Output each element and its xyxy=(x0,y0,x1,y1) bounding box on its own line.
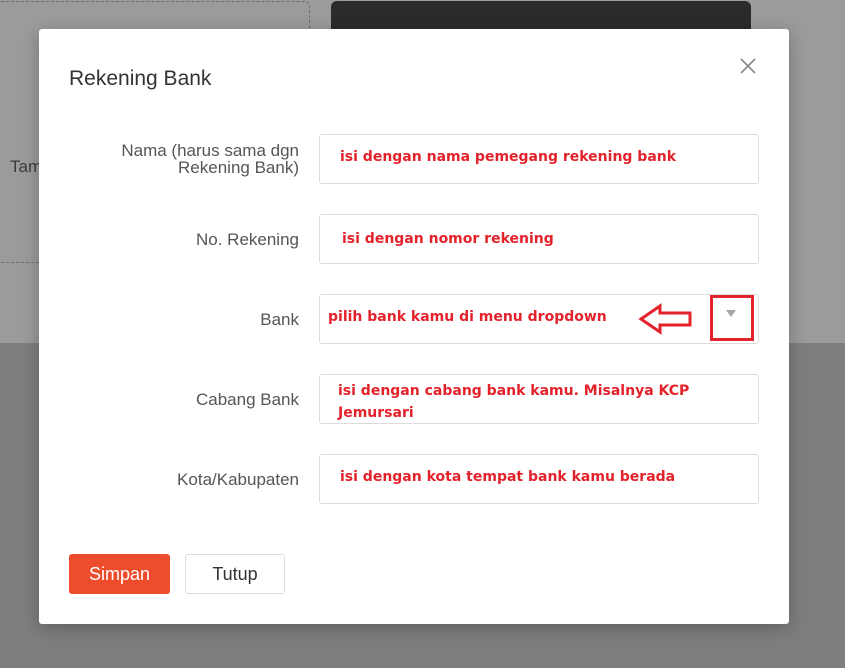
modal-title: Rekening Bank xyxy=(69,67,212,90)
bank-account-modal: Rekening Bank Nama (harus sama dgn Reken… xyxy=(39,29,789,624)
account-number-input[interactable]: isi dengan nomor rekening xyxy=(319,214,759,264)
name-input[interactable]: isi dengan nama pemegang rekening bank xyxy=(319,134,759,184)
branch-input[interactable]: isi dengan cabang bank kamu. Misalnya KC… xyxy=(319,374,759,424)
name-annotation: isi dengan nama pemegang rekening bank xyxy=(340,149,677,165)
bank-select[interactable]: pilih bank kamu di menu dropdown xyxy=(319,294,759,344)
close-icon[interactable] xyxy=(739,57,757,75)
left-arrow-icon xyxy=(638,303,692,335)
save-button[interactable]: Simpan xyxy=(69,554,170,594)
form-row-name: Nama (harus sama dgn Rekening Bank) isi … xyxy=(39,134,789,184)
bank-annotation: pilih bank kamu di menu dropdown xyxy=(328,309,607,325)
city-label: Kota/Kabupaten xyxy=(177,469,299,489)
form-row-branch: Cabang Bank isi dengan cabang bank kamu.… xyxy=(39,374,789,424)
background-label: Tam xyxy=(10,157,43,176)
branch-annotation-line2: Jemursari xyxy=(338,405,414,421)
branch-annotation-line1: isi dengan cabang bank kamu. Misalnya KC… xyxy=(338,383,690,399)
city-input[interactable]: isi dengan kota tempat bank kamu berada xyxy=(319,454,759,504)
branch-label: Cabang Bank xyxy=(195,389,299,409)
name-label-line1: Nama (harus sama dgn xyxy=(121,141,299,160)
city-annotation: isi dengan kota tempat bank kamu berada xyxy=(340,469,676,485)
name-label: Nama (harus sama dgn Rekening Bank) xyxy=(59,134,299,184)
form-row-city: Kota/Kabupaten isi dengan kota tempat ba… xyxy=(39,454,789,504)
account-number-annotation: isi dengan nomor rekening xyxy=(342,231,554,247)
form-row-bank: Bank pilih bank kamu di menu dropdown xyxy=(39,294,789,344)
form-row-account-number: No. Rekening isi dengan nomor rekening xyxy=(39,214,789,264)
triangle-down-icon[interactable] xyxy=(726,308,736,318)
dropdown-highlight xyxy=(710,295,754,341)
branch-annotation: isi dengan cabang bank kamu. Misalnya KC… xyxy=(338,380,689,424)
name-label-line2: Rekening Bank) xyxy=(178,158,299,177)
close-button[interactable]: Tutup xyxy=(185,554,285,594)
bank-label: Bank xyxy=(260,309,299,329)
account-number-label: No. Rekening xyxy=(195,229,299,249)
